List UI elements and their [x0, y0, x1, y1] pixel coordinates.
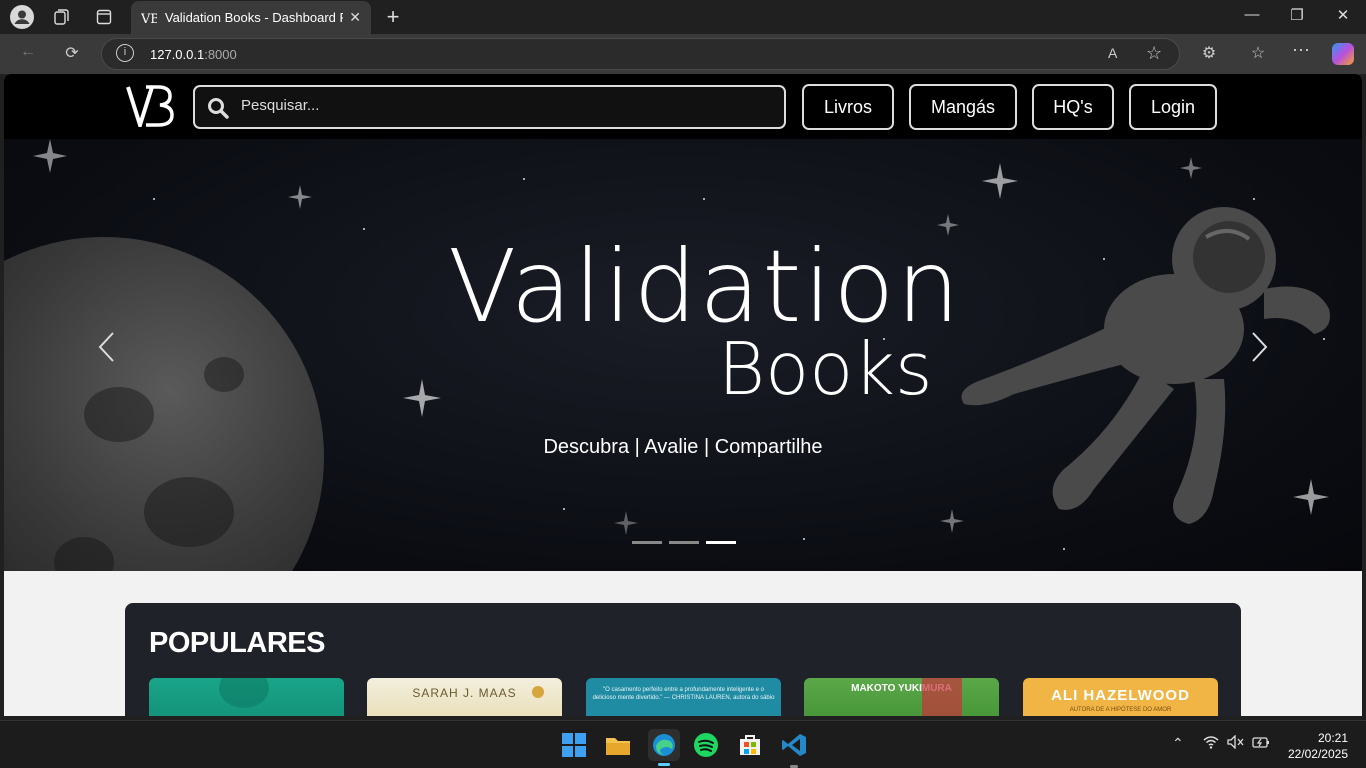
battery-icon[interactable] [1252, 735, 1270, 752]
edge-icon[interactable] [648, 729, 680, 766]
hero-subtitle: Books [718, 327, 933, 411]
system-clock[interactable]: 20:21 22/02/2025 [1288, 730, 1348, 762]
carousel-indicators [632, 541, 736, 544]
web-page: VB Livros Mangás HQ's Login [4, 74, 1362, 716]
mangas-button[interactable]: Mangás [909, 84, 1017, 130]
login-button[interactable]: Login [1129, 84, 1217, 130]
site-navbar: VB Livros Mangás HQ's Login [4, 74, 1362, 139]
tab-active[interactable]: VB Validation Books - Dashboard Page ✕ [131, 1, 371, 34]
refresh-icon[interactable]: ⟳ [60, 43, 84, 63]
book-cover-2[interactable]: SARAH J. MAAS [367, 678, 562, 716]
close-window-icon[interactable]: ✕ [1331, 6, 1355, 24]
browser-chrome: VB Validation Books - Dashboard Page ✕ +… [0, 0, 1366, 74]
favorite-star-icon[interactable]: ☆ [1146, 43, 1162, 64]
carousel-indicator-2[interactable] [669, 541, 699, 544]
book-cover-4[interactable]: MAKOTO YUKIMURA [804, 678, 999, 716]
vscode-icon[interactable] [780, 731, 808, 768]
carousel-prev-icon[interactable] [91, 327, 121, 367]
workspaces-icon[interactable] [50, 5, 74, 29]
search-icon[interactable] [207, 97, 229, 119]
tab-actions-icon[interactable] [92, 5, 116, 29]
file-explorer-icon[interactable] [604, 731, 632, 759]
tab-title: Validation Books - Dashboard Page [164, 10, 343, 25]
clock-time: 20:21 [1317, 731, 1348, 745]
book-cover-5-author: ALI HAZELWOOD [1051, 687, 1190, 704]
start-icon[interactable] [560, 731, 588, 759]
carousel-indicator-3[interactable] [706, 541, 736, 544]
book-cover-1[interactable] [149, 678, 344, 716]
address-bar[interactable]: i 127.0.0.1:8000 A ☆ [101, 38, 1180, 70]
tray-overflow-icon[interactable]: ⌃ [1172, 735, 1184, 752]
svg-text:VB: VB [141, 11, 157, 25]
restore-icon[interactable]: ❐ [1285, 6, 1309, 24]
hero-tagline: Descubra | Avalie | Compartilhe [543, 436, 823, 458]
back-icon[interactable]: ← [16, 43, 40, 61]
site-info-icon[interactable]: i [116, 44, 134, 62]
carousel-indicator-1[interactable] [632, 541, 662, 544]
url-text: 127.0.0.1:8000 [150, 47, 237, 62]
url-port: :8000 [204, 47, 237, 62]
favorites-icon[interactable]: ☆ [1246, 43, 1270, 63]
hero-title: Validation [448, 228, 962, 345]
svg-text:VB: VB [126, 85, 128, 86]
more-icon[interactable]: ⋯ [1289, 40, 1313, 61]
book-cover-4-author: MAKOTO YUKIMURA [851, 683, 952, 694]
hqs-button[interactable]: HQ's [1032, 84, 1114, 130]
carousel-next-icon[interactable] [1245, 327, 1275, 367]
extensions-icon[interactable]: ⚙ [1197, 43, 1221, 63]
volume-muted-icon[interactable] [1227, 734, 1245, 752]
book-cover-3[interactable]: "O casamento perfeito entre a profundame… [586, 678, 781, 716]
favicon-icon: VB [141, 11, 157, 25]
populares-section: POPULARES SARAH J. MAAS "O casamento per… [125, 603, 1241, 716]
url-host: 127.0.0.1 [150, 47, 205, 62]
book-cover-3-quote: "O casamento perfeito entre a profundame… [592, 687, 775, 701]
astronaut-image [961, 207, 1330, 524]
read-aloud-icon[interactable]: A [1108, 45, 1117, 61]
new-tab-icon[interactable]: + [381, 4, 405, 30]
book-cover-5[interactable]: ALI HAZELWOOD AUTORA DE A HIPÓTESE DO AM… [1023, 678, 1218, 716]
close-tab-icon[interactable]: ✕ [349, 9, 361, 26]
search-input[interactable] [241, 97, 761, 114]
microsoft-store-icon[interactable] [736, 731, 764, 759]
tab-bar: VB Validation Books - Dashboard Page ✕ +… [0, 0, 1366, 34]
hero-carousel: Validation Books Descubra | Avalie | Com… [4, 139, 1362, 571]
windows-taskbar: ⌃ 20:21 22/02/2025 [0, 720, 1366, 768]
minimize-icon[interactable]: — [1240, 6, 1264, 23]
spotify-icon[interactable] [692, 731, 720, 759]
clock-date: 22/02/2025 [1287, 747, 1348, 761]
wifi-icon[interactable] [1203, 735, 1219, 752]
section-title: POPULARES [149, 627, 325, 659]
book-cover-5-subtitle: AUTORA DE A HIPÓTESE DO AMOR [1069, 707, 1172, 713]
copilot-icon[interactable] [1332, 43, 1354, 65]
livros-button[interactable]: Livros [802, 84, 894, 130]
profile-icon[interactable] [10, 5, 34, 29]
site-logo[interactable]: VB [126, 85, 174, 132]
search-box[interactable] [193, 85, 786, 129]
browser-toolbar: ← ⟳ i 127.0.0.1:8000 A ☆ ⚙ ☆ ⋯ [0, 34, 1366, 74]
